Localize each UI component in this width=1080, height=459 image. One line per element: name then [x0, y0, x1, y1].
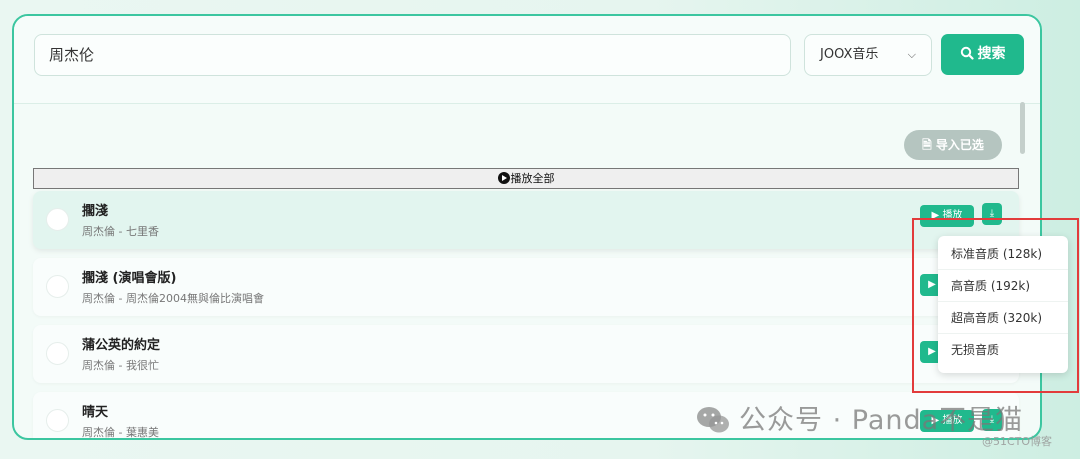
- play-circle-icon: [497, 172, 510, 184]
- search-bar: 周杰伦 JOOX音乐 ⌵ 搜索: [14, 16, 1040, 104]
- song-row[interactable]: 擱淺 (演唱會版) 周杰倫 - 周杰倫2004無與倫比演唱會 ▶: [33, 258, 1019, 316]
- search-input[interactable]: 周杰伦: [34, 34, 791, 76]
- music-source-select[interactable]: JOOX音乐 ⌵: [804, 34, 932, 76]
- song-artist-album: 周杰倫 - 七里香: [82, 225, 159, 238]
- watermark: 公众号 · Panda不是猫: [695, 398, 1023, 437]
- scrollbar-thumb[interactable]: [1020, 102, 1025, 154]
- song-row[interactable]: 蒲公英的約定 周杰倫 - 我很忙 ▶: [33, 325, 1019, 383]
- search-button-label: 搜索: [977, 46, 1006, 62]
- song-title: 擱淺 (演唱會版): [82, 271, 177, 286]
- song-select-checkbox[interactable]: [46, 275, 69, 298]
- song-select-checkbox[interactable]: [46, 208, 69, 231]
- play-all-button[interactable]: 播放全部: [33, 168, 1019, 189]
- highlight-box: [912, 218, 1079, 393]
- song-select-checkbox[interactable]: [46, 342, 69, 365]
- chevron-down-icon: ⌵: [907, 48, 916, 61]
- play-all-label: 播放全部: [510, 172, 555, 185]
- source-select-label: JOOX音乐: [820, 47, 879, 62]
- song-row[interactable]: 擱淺 周杰倫 - 七里香 ▶ 播放 ⤓: [33, 191, 1019, 249]
- song-artist-album: 周杰倫 - 周杰倫2004無與倫比演唱會: [82, 292, 264, 305]
- import-selected-button[interactable]: 🗎 导入已选: [904, 130, 1002, 160]
- search-button[interactable]: 搜索: [941, 34, 1024, 75]
- watermark-text: 公众号 · Panda不是猫: [739, 405, 1024, 436]
- song-artist-album: 周杰倫 - 葉惠美: [82, 426, 159, 439]
- song-artist-album: 周杰倫 - 我很忙: [82, 359, 159, 372]
- song-title: 蒲公英的約定: [82, 338, 161, 353]
- import-icon: 🗎: [922, 138, 932, 152]
- song-title: 晴天: [82, 405, 109, 420]
- import-selected-label: 导入已选: [935, 138, 984, 152]
- song-select-checkbox[interactable]: [46, 409, 69, 432]
- song-title: 擱淺: [82, 204, 109, 219]
- search-panel: 周杰伦 JOOX音乐 ⌵ 搜索 🗎 导入已选 播放全部 擱淺 周杰倫 - 七里香…: [12, 14, 1042, 440]
- search-icon: [960, 46, 974, 60]
- watermark-secondary: @51CTO博客: [982, 435, 1053, 448]
- wechat-logo-icon: [697, 407, 729, 433]
